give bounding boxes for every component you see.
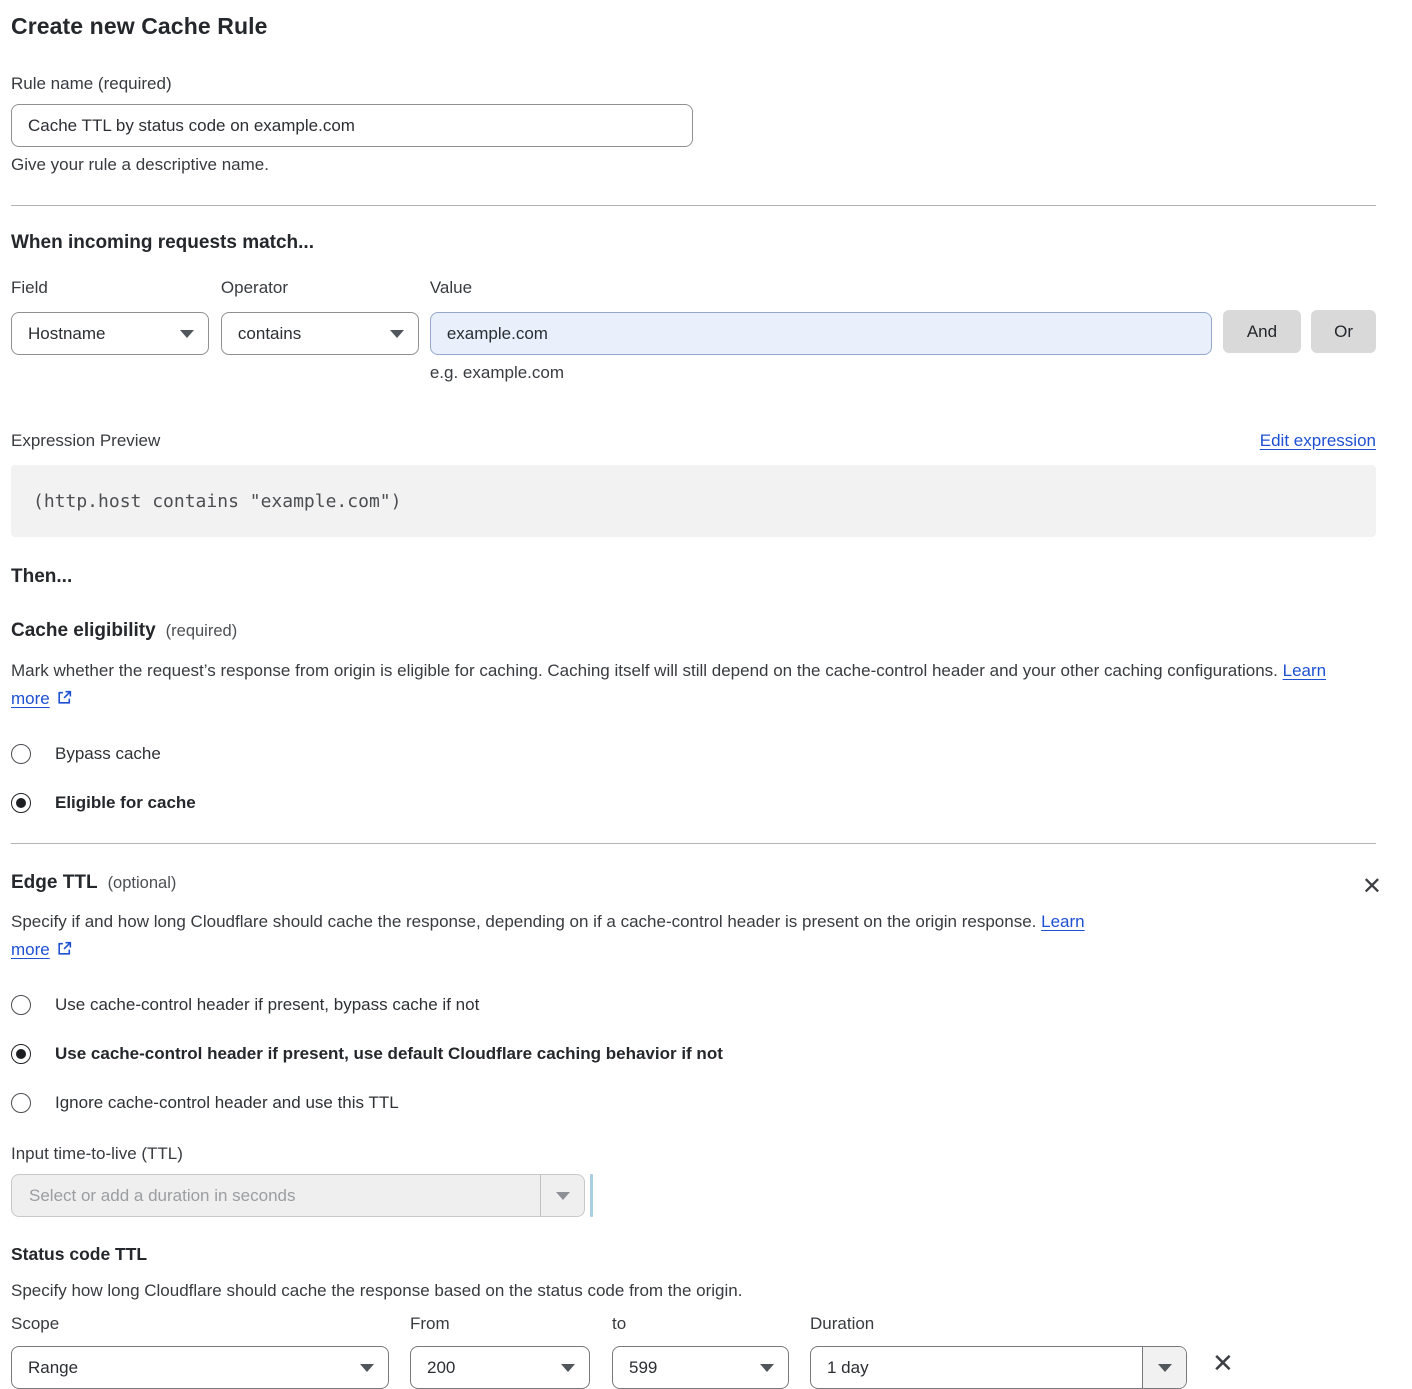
- radio-label: Eligible for cache: [55, 793, 196, 813]
- field-label: Field: [11, 278, 209, 298]
- expression-preview-code: (http.host contains "example.com"): [11, 465, 1376, 537]
- section-divider: [11, 843, 1376, 844]
- chevron-down-icon: [390, 330, 404, 338]
- from-label: From: [410, 1314, 590, 1334]
- section-divider: [11, 205, 1376, 206]
- rule-name-input[interactable]: [11, 104, 693, 147]
- value-label: Value: [430, 278, 1212, 298]
- field-select-value: Hostname: [28, 324, 105, 344]
- status-code-ttl-heading: Status code TTL: [11, 1244, 1376, 1265]
- edge-ttl-description: Specify if and how long Cloudflare shoul…: [11, 908, 1111, 966]
- scope-select[interactable]: Range: [11, 1346, 389, 1389]
- radio-icon: [11, 995, 31, 1015]
- match-builder-row: Field Hostname Operator contains Value e…: [11, 278, 1376, 383]
- operator-select-value: contains: [238, 324, 301, 344]
- and-button[interactable]: And: [1223, 310, 1301, 353]
- radio-label: Bypass cache: [55, 744, 161, 764]
- from-select[interactable]: 200: [410, 1346, 590, 1389]
- operator-label: Operator: [221, 278, 419, 298]
- cache-eligibility-heading: Cache eligibility: [11, 620, 156, 642]
- cache-eligibility-description: Mark whether the request’s response from…: [11, 657, 1347, 715]
- edge-ttl-options: Use cache-control header if present, byp…: [11, 995, 1376, 1113]
- radio-use-header-default[interactable]: Use cache-control header if present, use…: [11, 1044, 1376, 1064]
- cache-eligibility-options: Bypass cache Eligible for cache: [11, 744, 1376, 813]
- chevron-down-icon: [1158, 1364, 1172, 1372]
- radio-label: Use cache-control header if present, use…: [55, 1044, 723, 1064]
- radio-icon: [11, 1093, 31, 1113]
- duration-label: Duration: [810, 1314, 1187, 1334]
- then-heading: Then...: [11, 566, 1376, 588]
- radio-label: Use cache-control header if present, byp…: [55, 995, 479, 1015]
- chevron-down-icon: [561, 1364, 575, 1372]
- radio-bypass-cache[interactable]: Bypass cache: [11, 744, 1376, 764]
- value-example-help: e.g. example.com: [430, 363, 1212, 383]
- field-select[interactable]: Hostname: [11, 312, 209, 355]
- radio-use-header-bypass[interactable]: Use cache-control header if present, byp…: [11, 995, 1376, 1015]
- to-select-value: 599: [629, 1358, 657, 1378]
- ttl-duration-placeholder: Select or add a duration in seconds: [12, 1175, 540, 1216]
- edit-expression-link[interactable]: Edit expression: [1260, 431, 1376, 451]
- chevron-down-icon: [556, 1192, 570, 1200]
- scope-select-value: Range: [28, 1358, 78, 1378]
- delete-row-icon[interactable]: ✕: [1212, 1354, 1234, 1374]
- duration-dropdown-button[interactable]: [1142, 1347, 1186, 1388]
- radio-icon: [11, 793, 31, 813]
- radio-icon: [11, 1044, 31, 1064]
- ttl-input-label: Input time-to-live (TTL): [11, 1144, 1376, 1164]
- cache-eligibility-description-text: Mark whether the request’s response from…: [11, 661, 1278, 680]
- create-cache-rule-form: Create new Cache Rule Rule name (require…: [11, 0, 1376, 1389]
- chevron-down-icon: [180, 330, 194, 338]
- to-select[interactable]: 599: [612, 1346, 789, 1389]
- from-select-value: 200: [427, 1358, 455, 1378]
- to-label: to: [612, 1314, 789, 1334]
- scope-label: Scope: [11, 1314, 389, 1334]
- radio-label: Ignore cache-control header and use this…: [55, 1093, 399, 1113]
- operator-select[interactable]: contains: [221, 312, 419, 355]
- rule-name-help: Give your rule a descriptive name.: [11, 155, 1376, 175]
- radio-ignore-header[interactable]: Ignore cache-control header and use this…: [11, 1093, 1376, 1113]
- edge-ttl-optional-tag: (optional): [108, 874, 177, 893]
- rule-name-label: Rule name (required): [11, 74, 172, 93]
- external-link-icon: [56, 938, 73, 966]
- edge-ttl-description-text: Specify if and how long Cloudflare shoul…: [11, 912, 1036, 931]
- external-link-icon: [56, 687, 73, 715]
- expression-preview-label: Expression Preview: [11, 431, 160, 451]
- match-heading: When incoming requests match...: [11, 232, 1376, 254]
- chevron-down-icon: [360, 1364, 374, 1372]
- cache-eligibility-required-tag: (required): [166, 622, 238, 641]
- radio-eligible-for-cache[interactable]: Eligible for cache: [11, 793, 1376, 813]
- radio-icon: [11, 744, 31, 764]
- status-code-ttl-description: Specify how long Cloudflare should cache…: [11, 1281, 1376, 1301]
- status-code-ttl-row: Scope Range From 200 to 599 Duration 1 d…: [11, 1314, 1376, 1389]
- ttl-duration-dropdown-button[interactable]: [540, 1175, 584, 1216]
- ttl-duration-select[interactable]: Select or add a duration in seconds: [11, 1174, 585, 1217]
- edge-ttl-heading: Edge TTL: [11, 872, 98, 894]
- chevron-down-icon: [760, 1364, 774, 1372]
- duration-select-value: 1 day: [811, 1347, 1142, 1388]
- page-title: Create new Cache Rule: [11, 13, 1376, 40]
- value-input[interactable]: [430, 312, 1212, 355]
- or-button[interactable]: Or: [1311, 310, 1376, 353]
- duration-select[interactable]: 1 day: [810, 1346, 1187, 1389]
- focus-caret: [590, 1174, 593, 1217]
- close-icon[interactable]: ✕: [1362, 876, 1382, 896]
